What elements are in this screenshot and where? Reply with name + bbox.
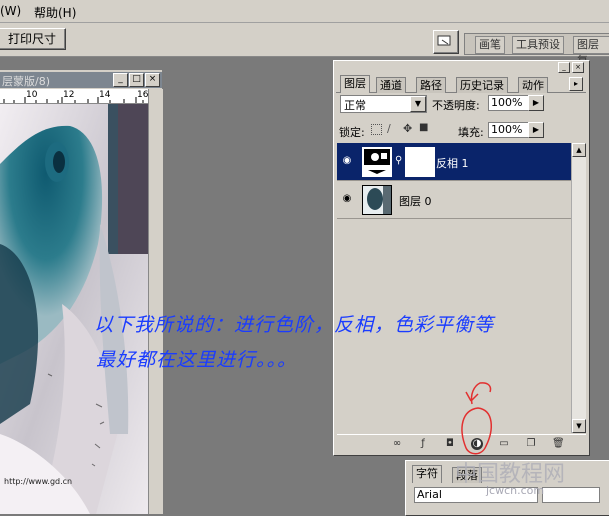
red-annotation (461, 382, 492, 455)
annotation-line-2: 最好都在这里进行。。。 (96, 349, 298, 371)
watermark-url: jcwcn.com (486, 484, 545, 497)
annotation-line-1: 以下我所说的：进行色阶，反相，色彩平衡等 (94, 314, 495, 336)
